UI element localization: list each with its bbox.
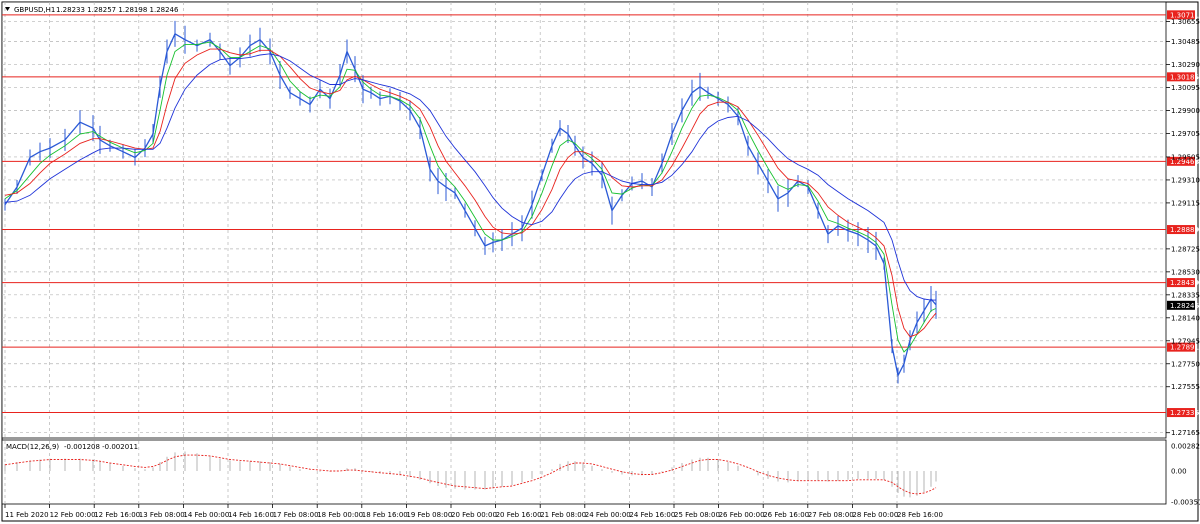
macd-label: MACD(12,26,9) bbox=[6, 443, 59, 451]
x-tick-label: 27 Feb 08:00 bbox=[808, 511, 854, 519]
x-tick-label: 20 Feb 16:00 bbox=[496, 511, 542, 519]
x-tick-label: 18 Feb 00:00 bbox=[317, 511, 363, 519]
y-tick-label: 1.30485 bbox=[1171, 38, 1200, 46]
x-tick-label: 13 Feb 08:00 bbox=[139, 511, 185, 519]
level-price-label: 1.30185 bbox=[1170, 73, 1199, 81]
current-price-label: 1.28246 bbox=[1170, 302, 1199, 310]
x-tick-label: 26 Feb 00:00 bbox=[719, 511, 765, 519]
macd-pane-frame bbox=[1, 439, 1167, 505]
x-tick-label: 25 Feb 08:00 bbox=[674, 511, 720, 519]
y-tick-label: 1.30095 bbox=[1171, 84, 1200, 92]
y-tick-label: 1.29505 bbox=[1171, 153, 1200, 161]
x-tick-label: 14 Feb 00:00 bbox=[183, 511, 229, 519]
symbol-label: GBPUSD,H1 bbox=[14, 6, 55, 14]
chart-header: GBPUSD,H1 1.28233 1.28257 1.28198 1.2824… bbox=[5, 6, 179, 14]
x-tick-label: 28 Feb 16:00 bbox=[897, 511, 943, 519]
macd-axis: 0.002827 0.00 -0.003517 bbox=[1171, 443, 1200, 507]
x-tick-label: 11 Feb 2020 bbox=[5, 511, 49, 519]
time-axis[interactable]: 11 Feb 2020 12 Feb 00:0012 Feb 16:0013 Fe… bbox=[4, 504, 943, 519]
y-tick-label: 1.27750 bbox=[1171, 360, 1200, 368]
y-tick-label: 1.29115 bbox=[1171, 199, 1200, 207]
macd-y-tick-label: 0.00 bbox=[1171, 467, 1187, 475]
price-pane[interactable]: 1.307111.301851.294681.288891.284391.278… bbox=[1, 1, 1199, 439]
price-pane-frame bbox=[1, 1, 1167, 439]
macd-values: -0.001208 -0.002011 bbox=[64, 443, 138, 451]
level-price-label: 1.28889 bbox=[1170, 226, 1199, 234]
x-tick-label: 24 Feb 16:00 bbox=[629, 511, 675, 519]
x-tick-label: 24 Feb 00:00 bbox=[585, 511, 631, 519]
y-tick-label: 1.28530 bbox=[1171, 268, 1200, 276]
x-tick-label: 17 Feb 08:00 bbox=[273, 511, 319, 519]
macd-y-tick-label: -0.003517 bbox=[1171, 499, 1200, 507]
ohlc-values: 1.28233 1.28257 1.28198 1.28246 bbox=[56, 6, 179, 14]
x-tick-label: 19 Feb 08:00 bbox=[406, 511, 452, 519]
y-tick-label: 1.29705 bbox=[1171, 130, 1200, 138]
trading-chart[interactable]: 1.307111.301851.294681.288891.284391.278… bbox=[0, 0, 1200, 524]
x-tick-label: 21 Feb 08:00 bbox=[540, 511, 586, 519]
y-tick-label: 1.29900 bbox=[1171, 107, 1200, 115]
x-tick-label: 12 Feb 16:00 bbox=[94, 511, 140, 519]
x-tick-label: 20 Feb 00:00 bbox=[451, 511, 497, 519]
x-tick-label: 28 Feb 00:00 bbox=[852, 511, 898, 519]
level-price-label: 1.28439 bbox=[1170, 279, 1199, 287]
y-tick-label: 1.27555 bbox=[1171, 383, 1200, 391]
x-tick-label: 14 Feb 16:00 bbox=[228, 511, 274, 519]
y-tick-label: 1.28725 bbox=[1171, 245, 1200, 253]
y-tick-label: 1.28140 bbox=[1171, 314, 1200, 322]
level-price-label: 1.27336 bbox=[1170, 409, 1199, 417]
y-tick-label: 1.30290 bbox=[1171, 61, 1200, 69]
x-tick-label: 18 Feb 16:00 bbox=[362, 511, 408, 519]
macd-header: MACD(12,26,9) -0.001208 -0.002011 bbox=[6, 443, 138, 451]
y-tick-label: 1.28335 bbox=[1171, 291, 1200, 299]
y-tick-label: 1.29310 bbox=[1171, 176, 1200, 184]
y-tick-label: 1.27165 bbox=[1171, 429, 1200, 437]
y-tick-label: 1.27945 bbox=[1171, 337, 1200, 345]
macd-y-tick-label: 0.002827 bbox=[1171, 443, 1200, 451]
x-tick-label: 12 Feb 00:00 bbox=[50, 511, 96, 519]
x-tick-label: 26 Feb 16:00 bbox=[763, 511, 809, 519]
y-tick-label: 1.30655 bbox=[1171, 18, 1200, 26]
macd-pane[interactable] bbox=[1, 439, 1167, 505]
